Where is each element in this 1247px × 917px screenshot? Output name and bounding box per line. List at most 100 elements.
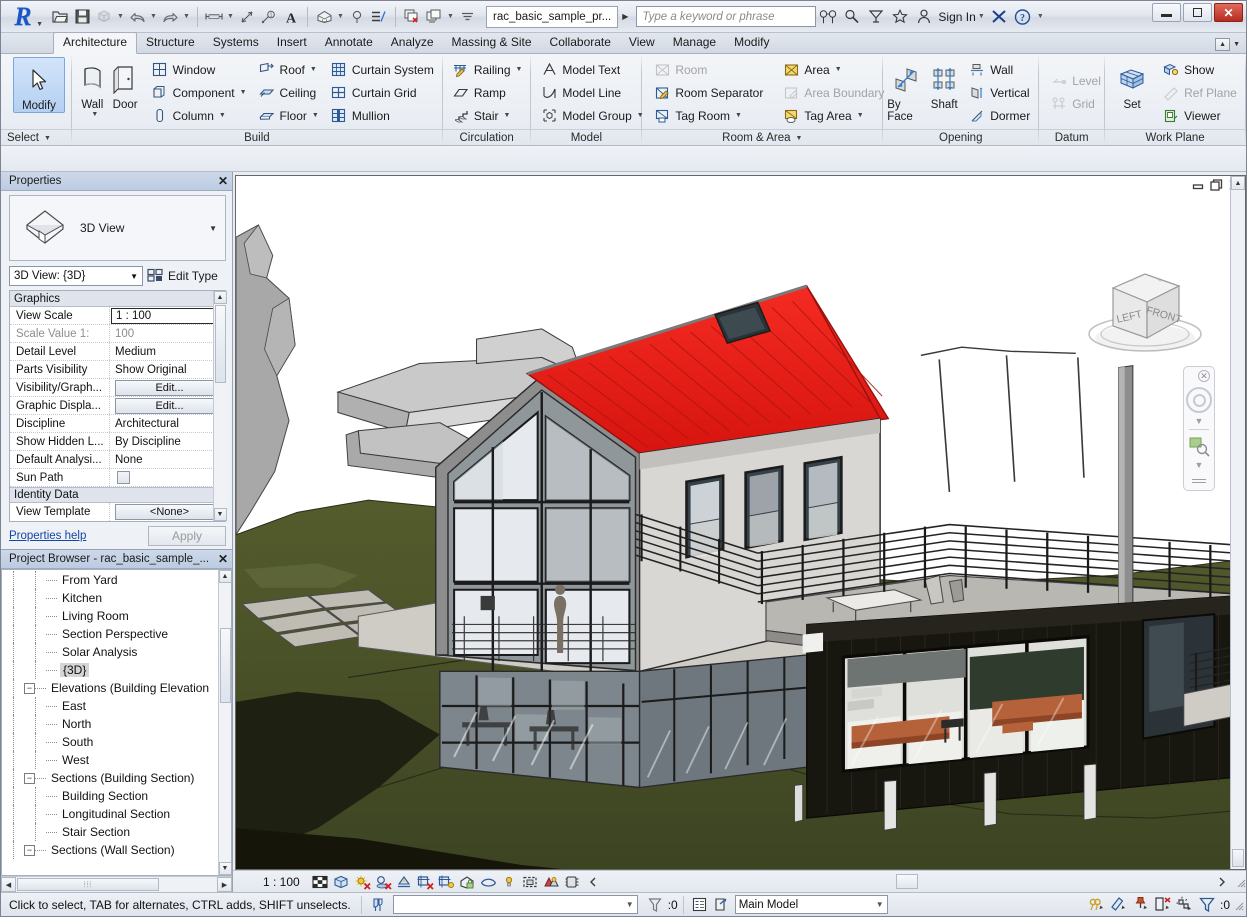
property-value[interactable]: 1 : 100 [110, 307, 226, 324]
restore-view-icon[interactable] [1210, 179, 1223, 191]
chevron-down-icon[interactable]: ▼ [181, 5, 192, 29]
view-scale-label[interactable]: 1 : 100 [235, 875, 310, 889]
temporary-view-properties-icon[interactable] [520, 872, 541, 891]
property-row[interactable]: Discipline Architectural [10, 415, 226, 433]
chevron-down-icon[interactable]: ▼ [504, 112, 511, 119]
lock-3d-view-icon[interactable] [457, 872, 478, 891]
help-search-icon[interactable] [840, 5, 864, 29]
faces-icon[interactable] [1152, 895, 1174, 915]
constraints-icon[interactable] [562, 872, 583, 891]
tree-item-3d-view[interactable]: {3D} [2, 661, 218, 679]
search-input[interactable]: Type a keyword or phrase [636, 6, 817, 27]
dormer-opening-button[interactable]: Dormer [965, 104, 1034, 127]
chevron-down-icon[interactable]: ▼ [335, 5, 346, 29]
type-selector-preview[interactable]: 3D View ▼ [9, 195, 226, 261]
redo-icon[interactable] [159, 5, 181, 29]
column-button[interactable]: Column ▼ [148, 104, 251, 127]
chevron-down-icon[interactable]: ▼ [516, 66, 523, 73]
collapse-minus-icon[interactable]: − [24, 772, 35, 784]
property-row[interactable]: Parts Visibility Show Original [10, 361, 226, 379]
chevron-down-icon[interactable]: ▼ [835, 66, 842, 73]
property-row[interactable]: View Scale 1 : 100 [10, 307, 226, 325]
open-icon[interactable] [49, 5, 71, 29]
chevron-down-icon[interactable]: ▼ [1035, 5, 1046, 29]
view-hscrollbar-thumb[interactable] [896, 874, 919, 889]
ref-plane-button[interactable]: Ref Plane [1159, 81, 1241, 104]
ceiling-button[interactable]: Ceiling [255, 81, 323, 104]
links-icon[interactable] [1174, 895, 1196, 915]
level-button[interactable]: Level [1047, 69, 1105, 92]
scrollbar-thumb[interactable] [1232, 849, 1244, 867]
window-resize-grip-icon[interactable] [1232, 899, 1244, 911]
scroll-up-arrow-icon[interactable]: ▲ [218, 570, 231, 583]
question-icon[interactable]: ? [1011, 5, 1035, 29]
design-options-edit-icon[interactable] [711, 895, 733, 915]
visual-style-icon[interactable] [331, 872, 352, 891]
property-row[interactable]: Sun Path [10, 469, 226, 487]
account-icon[interactable] [912, 5, 936, 29]
ribbon-tab-architecture[interactable]: Architecture [53, 32, 138, 54]
thin-lines-icon[interactable] [368, 5, 390, 29]
stair-button[interactable]: Stair ▼ [449, 104, 527, 127]
text-icon[interactable]: A [280, 5, 302, 29]
project-browser-scrollbar[interactable]: ▲ ▼ [218, 570, 231, 875]
model-text-button[interactable]: Model Text [537, 58, 647, 81]
exchange-icon[interactable] [987, 5, 1011, 29]
ribbon-tab-annotate[interactable]: Annotate [316, 33, 382, 53]
chevron-down-icon[interactable]: ▼ [240, 89, 247, 96]
crop-view-off-icon[interactable] [415, 872, 436, 891]
scroll-down-arrow-icon[interactable]: ▼ [213, 508, 227, 521]
minimize-window-button[interactable] [1152, 3, 1181, 22]
chevron-down-icon[interactable]: ▼ [225, 5, 236, 29]
sun-path-off-icon[interactable] [352, 872, 373, 891]
editable-only-icon[interactable] [1108, 895, 1130, 915]
model-group-button[interactable]: Model Group ▼ [537, 104, 647, 127]
tree-item[interactable]: Stair Section [2, 823, 218, 841]
curtain-system-button[interactable]: Curtain System [327, 58, 438, 81]
room-button[interactable]: Room [650, 58, 767, 81]
project-browser-hscrollbar[interactable]: ◀ ⦙⦙⦙ ▶ [1, 876, 232, 892]
door-button[interactable]: Door [109, 57, 142, 111]
chevron-down-icon[interactable]: ▼ [857, 112, 864, 119]
3d-view-canvas-container[interactable]: LEFT FRONT ✕ ▼ ▼ ▲ [235, 175, 1246, 870]
chevron-down-icon[interactable]: ▼ [310, 66, 317, 73]
tag-room-button[interactable]: Tag Room ▼ [650, 104, 767, 127]
workset-combo[interactable]: ▼ [392, 895, 638, 914]
tree-item[interactable]: Section Perspective [2, 625, 218, 643]
steering-wheel-icon[interactable] [1186, 387, 1212, 413]
close-icon[interactable]: ✕ [218, 174, 228, 188]
resize-grip-icon[interactable] [1234, 876, 1246, 888]
application-menu-button[interactable]: R ▼ [1, 2, 45, 32]
chevron-down-icon[interactable]: ▼ [445, 5, 456, 29]
ribbon-tab-manage[interactable]: Manage [664, 33, 725, 53]
close-icon[interactable]: ✕ [1198, 370, 1210, 382]
panel-title-room-area[interactable]: Room & Area ▼ [642, 129, 883, 146]
property-value[interactable] [110, 469, 226, 486]
curtain-grid-button[interactable]: Curtain Grid [327, 81, 438, 104]
sign-in-label[interactable]: Sign In [938, 10, 975, 24]
hscrollbar-thumb[interactable]: ⦙⦙⦙ [17, 878, 159, 891]
scroll-down-arrow-icon[interactable]: ▼ [218, 862, 231, 875]
wall-opening-button[interactable]: Wall [965, 58, 1034, 81]
zoom-icon[interactable] [1188, 435, 1210, 457]
measure-icon[interactable] [203, 5, 225, 29]
tree-item[interactable]: West [2, 751, 218, 769]
scroll-left-arrow-icon[interactable]: ◀ [1, 877, 16, 892]
design-options-list-icon[interactable] [689, 895, 711, 915]
chevron-down-icon[interactable]: ▼ [735, 112, 742, 119]
chevron-down-icon[interactable]: ▼ [1233, 41, 1240, 48]
railing-button[interactable]: Railing ▼ [449, 58, 527, 81]
graphic-display-edit-button[interactable]: Edit... [115, 397, 224, 414]
pinned-icon[interactable] [1130, 895, 1152, 915]
wall-button[interactable]: Wall ▼ [76, 57, 109, 118]
scrollbar-thumb[interactable] [214, 305, 226, 383]
close-window-button[interactable]: ✕ [1214, 3, 1243, 22]
chevron-down-icon[interactable]: ▼ [44, 135, 51, 142]
ribbon-tab-collaborate[interactable]: Collaborate [541, 33, 620, 53]
ribbon-tab-view[interactable]: View [620, 33, 664, 53]
property-value[interactable]: Show Original [110, 361, 226, 378]
property-value[interactable]: Edit... [110, 379, 226, 396]
property-value[interactable]: Edit... [110, 397, 226, 414]
document-tab-next-icon[interactable]: ▶ [622, 12, 628, 21]
property-value[interactable]: Medium [110, 343, 226, 360]
